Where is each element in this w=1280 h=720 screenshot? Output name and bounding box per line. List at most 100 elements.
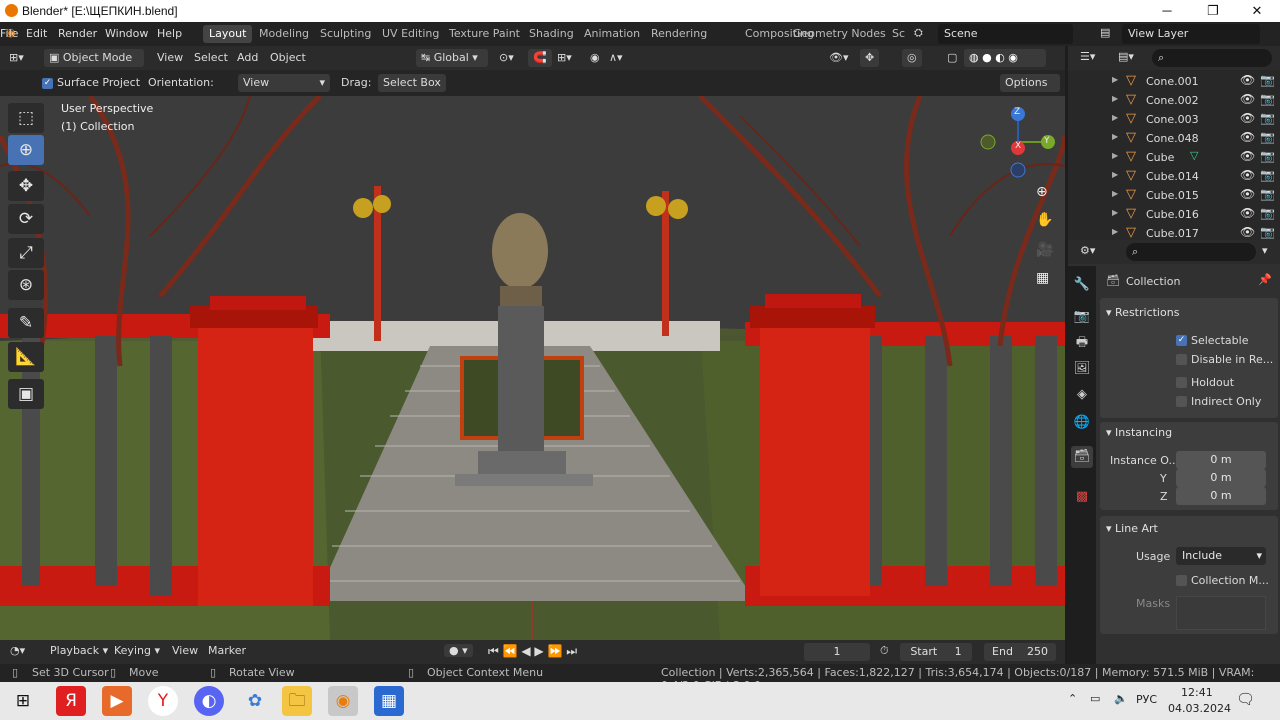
view-layer-selector[interactable]: View Layer: [1122, 24, 1260, 44]
instance-offset-y-field[interactable]: 0 m: [1176, 469, 1266, 487]
view-layer-icon[interactable]: ▤: [1100, 26, 1110, 39]
camera-icon[interactable]: 📷: [1260, 149, 1275, 163]
snap-target-icon[interactable]: ⊞▾: [552, 49, 577, 67]
battery-icon[interactable]: ▭: [1090, 692, 1100, 705]
workspace-tab-modeling[interactable]: Modeling: [253, 25, 315, 43]
shading-modes[interactable]: ◍ ● ◐ ◉: [964, 49, 1046, 67]
holdout-checkbox[interactable]: [1176, 377, 1187, 388]
workspace-tab-uv-editing[interactable]: UV Editing: [376, 25, 445, 43]
workspace-tab-sculpting[interactable]: Sculpting: [314, 25, 377, 43]
orientation-dropdown[interactable]: View ▾: [238, 74, 330, 92]
outliner-row[interactable]: ▶ ▽ Cube.016 👁 📷: [1068, 205, 1280, 224]
media-player-icon[interactable]: ▶: [102, 686, 132, 716]
world-tab-icon[interactable]: 🌐: [1071, 412, 1093, 434]
drag-dropdown[interactable]: Select Box ▾: [378, 74, 446, 107]
instance-offset-x-field[interactable]: 0 m: [1176, 451, 1266, 469]
collection-tab-icon[interactable]: 🗃: [1071, 446, 1093, 468]
menu-object[interactable]: Object: [265, 49, 311, 67]
language-indicator[interactable]: РУС: [1136, 693, 1157, 706]
overlay-toggle-icon[interactable]: ◎: [902, 49, 922, 67]
current-frame-field[interactable]: 1: [804, 643, 870, 661]
xray-icon[interactable]: ▢: [942, 49, 962, 67]
usage-dropdown[interactable]: Include ▾: [1176, 547, 1266, 565]
expand-icon[interactable]: ▶: [1112, 227, 1118, 236]
visibility-icon[interactable]: 👁▾: [824, 49, 854, 67]
options-dropdown[interactable]: Options ▾: [1000, 74, 1060, 107]
output-tab-icon[interactable]: 🖶: [1071, 332, 1093, 354]
close-button[interactable]: ✕: [1234, 0, 1280, 22]
outliner-row[interactable]: ▶ ▽ Cube.014 👁 📷: [1068, 167, 1280, 186]
playback-menu[interactable]: Playback ▾: [50, 644, 108, 657]
expand-icon[interactable]: ▶: [1112, 132, 1118, 141]
cursor-tool-icon[interactable]: ⊕: [8, 135, 44, 165]
eye-icon[interactable]: 👁: [1240, 92, 1255, 106]
keying-menu[interactable]: Keying ▾: [114, 644, 160, 657]
add-cube-tool-icon[interactable]: ▣: [8, 379, 44, 409]
workspace-tab-animation[interactable]: Animation: [578, 25, 646, 43]
selectable-checkbox[interactable]: ✓: [1176, 335, 1187, 346]
timeline-editor-icon[interactable]: ◔▾: [10, 644, 25, 657]
record-icon[interactable]: ● ▾: [444, 644, 473, 657]
workspace-tab-texture-paint[interactable]: Texture Paint: [443, 25, 526, 43]
outliner-search-input[interactable]: ⌕: [1152, 49, 1272, 67]
maximize-button[interactable]: ❐: [1190, 0, 1236, 22]
outliner-editor-icon[interactable]: ☰▾: [1080, 50, 1095, 63]
camera-view-icon[interactable]: 🎥: [1036, 242, 1053, 258]
start-windows-icon[interactable]: ⊞: [8, 686, 38, 716]
yandex-browser-icon[interactable]: Y: [148, 686, 178, 716]
expand-icon[interactable]: ▶: [1112, 113, 1118, 122]
falloff-icon[interactable]: ∧▾: [604, 49, 628, 67]
disable-render-checkbox[interactable]: [1176, 354, 1187, 365]
menu-edit[interactable]: Edit: [26, 27, 47, 40]
app-icon[interactable]: ✿: [240, 686, 270, 716]
ortho-grid-icon[interactable]: ▦: [1036, 270, 1049, 286]
scale-tool-icon[interactable]: ⤢: [8, 238, 44, 268]
properties-search-input[interactable]: ⌕: [1126, 243, 1256, 261]
clock-time[interactable]: 12:41: [1181, 686, 1213, 699]
restrictions-header[interactable]: ▾ Restrictions: [1106, 306, 1179, 319]
properties-editor-icon[interactable]: ⚙▾: [1080, 244, 1095, 257]
snap-icon[interactable]: 🧲: [528, 49, 552, 67]
gizmo-toggle-icon[interactable]: ✥: [860, 49, 880, 67]
scene-selector[interactable]: Scene: [938, 24, 1073, 44]
end-frame-field[interactable]: End 250: [984, 643, 1056, 661]
camera-icon[interactable]: 📷: [1260, 130, 1275, 144]
playback-controls[interactable]: ⏮ ⏪ ◀ ▶ ⏩ ⏭: [488, 644, 577, 659]
collection-mask-checkbox[interactable]: [1176, 575, 1187, 586]
outliner-row[interactable]: ▶ ▽ Cube ▽ 👁 📷: [1068, 148, 1280, 167]
outliner-row[interactable]: ▶ ▽ Cube.015 👁 📷: [1068, 186, 1280, 205]
properties-options-icon[interactable]: ▾: [1262, 244, 1268, 257]
tool-tab-icon[interactable]: 🔧: [1071, 274, 1093, 296]
eye-icon[interactable]: 👁: [1240, 73, 1255, 87]
camera-icon[interactable]: 📷: [1260, 206, 1275, 220]
blender-taskbar-icon[interactable]: ◉: [328, 686, 358, 716]
camera-icon[interactable]: 📷: [1260, 187, 1275, 201]
proportional-edit-icon[interactable]: ◉: [585, 49, 605, 67]
scene-icon[interactable]: ⛭: [914, 26, 923, 40]
view-layer-tab-icon[interactable]: 🖼: [1071, 358, 1093, 380]
editor-type-icon[interactable]: ⊞▾: [4, 49, 29, 67]
menu-render[interactable]: Render: [58, 27, 97, 40]
menu-help[interactable]: Help: [157, 27, 182, 40]
pan-hand-icon[interactable]: ✋: [1036, 212, 1053, 228]
start-frame-field[interactable]: Start 1: [900, 643, 972, 661]
expand-icon[interactable]: ▶: [1112, 170, 1118, 179]
workspace-tab-geometry-nodes[interactable]: Geometry Nodes: [787, 25, 892, 43]
discord-icon[interactable]: ◐: [194, 686, 224, 716]
minimize-button[interactable]: ─: [1144, 0, 1190, 22]
pin-icon[interactable]: 📌: [1258, 273, 1272, 286]
menu-add[interactable]: Add: [232, 49, 263, 67]
tray-chevron-icon[interactable]: ⌃: [1068, 692, 1077, 705]
render-tab-icon[interactable]: 📷: [1071, 306, 1093, 328]
eye-icon[interactable]: 👁: [1240, 225, 1255, 239]
measure-tool-icon[interactable]: 📐: [8, 342, 44, 372]
instance-offset-z-field[interactable]: 0 m: [1176, 487, 1266, 505]
timeline-view-menu[interactable]: View: [172, 644, 198, 657]
file-explorer-icon[interactable]: 🗀: [282, 686, 312, 716]
expand-icon[interactable]: ▶: [1112, 75, 1118, 84]
menu-view[interactable]: View: [152, 49, 188, 67]
rotate-tool-icon[interactable]: ⟳: [8, 204, 44, 234]
scene-tab-icon[interactable]: ◈: [1071, 384, 1093, 406]
menu-window[interactable]: Window: [105, 27, 148, 40]
eye-icon[interactable]: 👁: [1240, 149, 1255, 163]
